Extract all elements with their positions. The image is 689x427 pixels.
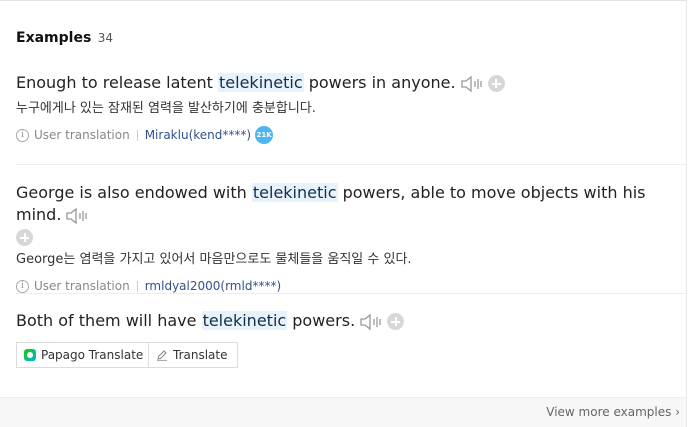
- speaker-icon[interactable]: [359, 313, 383, 331]
- add-to-wordbook-icon[interactable]: [16, 229, 33, 246]
- example-item: George is also endowed with telekinetic …: [16, 182, 686, 294]
- sentence-wrap-line: [16, 226, 686, 248]
- example-item: Both of them will have telekinetic power…: [16, 310, 686, 332]
- view-more-examples-link[interactable]: View more examples ›: [546, 405, 680, 419]
- examples-title: Examples: [16, 30, 92, 46]
- translation-meta: i User translation rmldyal2000(rmld****): [16, 278, 686, 294]
- chevron-right-icon: ›: [675, 405, 680, 419]
- sentence-text: Enough to release latent: [16, 73, 219, 92]
- source-label: User translation: [34, 279, 130, 293]
- sentence-text: George is also endowed with: [16, 183, 252, 202]
- translation-meta: i User translation Miraklu(kend****) 21K: [16, 126, 686, 144]
- speaker-icon[interactable]: [460, 75, 484, 93]
- divider: [16, 164, 686, 165]
- sentence-text: Both of them will have: [16, 311, 202, 330]
- examples-header: Examples 34: [16, 30, 113, 46]
- papago-translate-label: Papago Translate: [41, 348, 144, 362]
- right-border: [686, 0, 687, 427]
- pencil-icon: [157, 350, 167, 361]
- info-icon: i: [16, 128, 29, 142]
- add-to-wordbook-icon[interactable]: [487, 75, 505, 92]
- example-sentence: George is also endowed with telekinetic …: [16, 182, 686, 226]
- highlighted-word: telekinetic: [251, 183, 338, 202]
- info-icon: i: [16, 279, 29, 293]
- top-border: [0, 0, 686, 2]
- highlighted-word: telekinetic: [218, 73, 304, 92]
- highlighted-word: telekinetic: [201, 311, 288, 330]
- user-link[interactable]: Miraklu(kend****): [145, 128, 251, 142]
- sentence-text: powers in anyone.: [303, 73, 456, 92]
- translate-label: Translate: [173, 348, 228, 362]
- example-translation: 누구에게나 있는 잠재된 염력을 발산하기에 충분합니다.: [16, 101, 316, 116]
- translate-button[interactable]: Translate: [148, 342, 238, 368]
- example-sentence: Both of them will have telekinetic power…: [16, 310, 686, 332]
- divider: [16, 293, 686, 294]
- source-label: User translation: [34, 128, 130, 142]
- sentence-text: powers.: [287, 311, 356, 330]
- speaker-icon[interactable]: [65, 207, 89, 225]
- example-translation: George는 염력을 가지고 있어서 마음만으로도 물체들을 움직일 수 있다…: [16, 252, 412, 267]
- example-item: Enough to release latent telekinetic pow…: [16, 72, 686, 144]
- footer-bar: View more examples ›: [0, 397, 686, 427]
- examples-count: 34: [97, 31, 114, 45]
- papago-icon: [24, 349, 36, 361]
- papago-translate-button[interactable]: Papago Translate: [16, 342, 154, 368]
- meta-separator: [136, 129, 138, 141]
- meta-separator: [136, 280, 138, 292]
- example-sentence: Enough to release latent telekinetic pow…: [16, 72, 686, 94]
- level-badge: 21K: [255, 126, 274, 144]
- user-link[interactable]: rmldyal2000(rmld****): [145, 279, 281, 293]
- view-more-label: View more examples: [546, 405, 672, 419]
- add-to-wordbook-icon[interactable]: [387, 313, 405, 330]
